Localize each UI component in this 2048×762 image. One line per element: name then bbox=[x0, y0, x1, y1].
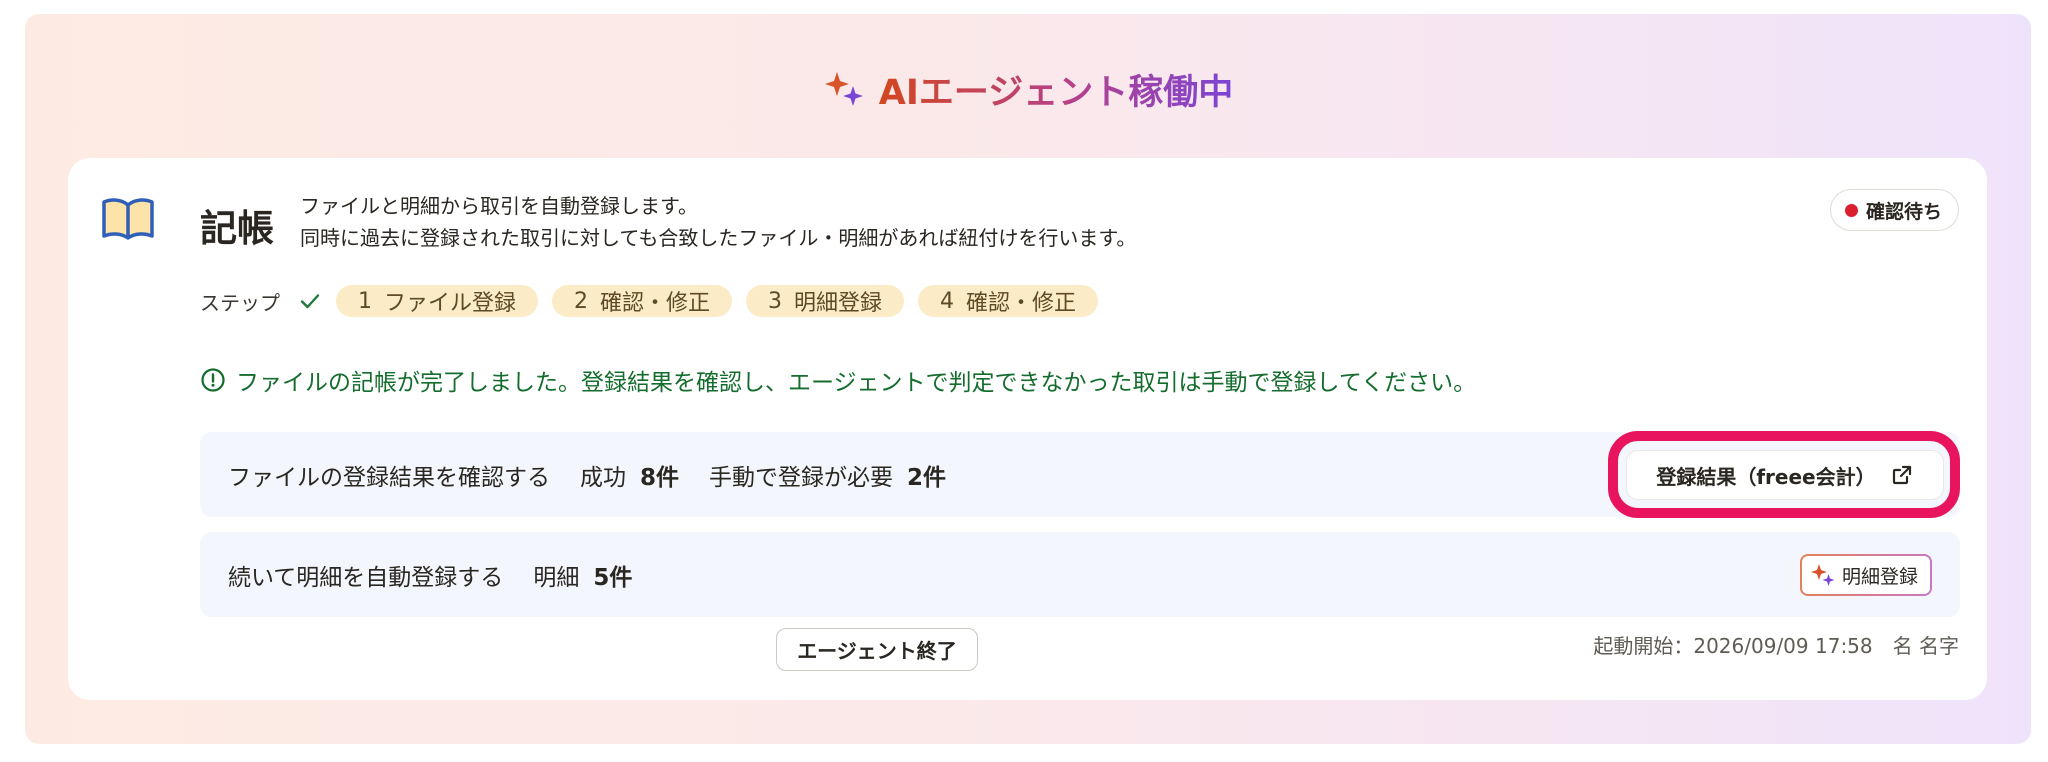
sparkle-icon bbox=[1810, 564, 1835, 586]
step-label: 確認・修正 bbox=[966, 291, 1077, 316]
end-agent-label: エージェント終了 bbox=[797, 639, 957, 663]
description-line: ファイルと明細から取引を自動登録します。 bbox=[300, 194, 698, 218]
step-pill-1: 1 ファイル登録 bbox=[336, 285, 539, 317]
statement-summary: 続いて明細を自動登録する 明細 5件 bbox=[228, 558, 632, 592]
agent-status-title: AIエージェント稼働中 bbox=[879, 64, 1233, 115]
step-number: 1 bbox=[358, 288, 372, 314]
registration-result-label: 登録結果（freee会計） bbox=[1656, 464, 1876, 489]
step-pill-2: 2 確認・修正 bbox=[552, 285, 733, 317]
file-result-row: ファイルの登録結果を確認する 成功 8件 手動で登録が必要 2件 登録結果（fr… bbox=[200, 431, 1960, 518]
bookkeeping-card: 記帳 ファイルと明細から取引を自動登録します。 同時に過去に登録された取引に対し… bbox=[68, 158, 1987, 700]
statement-register-label: 明細登録 bbox=[1841, 565, 1918, 588]
card-title: 記帳 bbox=[200, 207, 274, 250]
check-icon bbox=[300, 294, 320, 309]
file-result-text: ファイルの登録結果を確認する bbox=[228, 464, 550, 491]
file-result-summary: ファイルの登録結果を確認する 成功 8件 手動で登録が必要 2件 bbox=[228, 458, 946, 492]
registration-result-button[interactable]: 登録結果（freee会計） bbox=[1626, 450, 1944, 500]
status-badge: 確認待ち bbox=[1829, 189, 1959, 231]
card-description: ファイルと明細から取引を自動登録します。 同時に過去に登録された取引に対しても合… bbox=[300, 190, 1136, 254]
statement-row: 続いて明細を自動登録する 明細 5件 明細登録 bbox=[200, 532, 1960, 617]
step-label: ファイル登録 bbox=[384, 291, 517, 316]
status-badge-label: 確認待ち bbox=[1865, 200, 1942, 223]
step-pill-4: 4 確認・修正 bbox=[918, 285, 1099, 317]
info-circle-icon bbox=[201, 368, 225, 392]
step-number: 3 bbox=[768, 288, 783, 314]
statement-text: 続いて明細を自動登録する bbox=[228, 564, 504, 591]
success-count: 8件 bbox=[640, 464, 680, 491]
user-name: 名 名字 bbox=[1892, 634, 1959, 658]
end-agent-button[interactable]: エージェント終了 bbox=[776, 628, 978, 671]
agent-panel: AIエージェント稼働中 記帳 ファイルと明細から取引を自動登録します。 同時に過… bbox=[25, 14, 2031, 744]
step-number: 4 bbox=[940, 288, 955, 314]
agent-status-header: AIエージェント稼働中 bbox=[25, 64, 2031, 115]
completion-notice: ファイルの記帳が完了しました。登録結果を確認し、エージェントで判定できなかった取… bbox=[200, 363, 1476, 397]
external-link-icon bbox=[1892, 465, 1911, 485]
step-label: 確認・修正 bbox=[600, 291, 711, 316]
success-label: 成功 bbox=[580, 464, 626, 491]
steps-label: ステップ bbox=[200, 290, 280, 315]
detail-label: 明細 bbox=[533, 564, 580, 591]
step-pill-3: 3 明細登録 bbox=[746, 285, 905, 317]
step-indicator: ステップ 1 ファイル登録 2 確認・修正 3 明細登録 4 確認・修正 bbox=[200, 285, 1099, 317]
description-line: 同時に過去に登録された取引に対しても合致したファイル・明細があれば紐付けを行いま… bbox=[300, 226, 1137, 250]
agent-meta: 起動開始：2026/09/09 17:58 名 名字 bbox=[1593, 630, 1959, 659]
notice-text: ファイルの記帳が完了しました。登録結果を確認し、エージェントで判定できなかった取… bbox=[236, 370, 1477, 396]
book-open-icon bbox=[102, 198, 154, 240]
manual-label: 手動で登録が必要 bbox=[709, 464, 894, 491]
sparkle-icon bbox=[824, 71, 863, 106]
statement-register-button[interactable]: 明細登録 bbox=[1800, 554, 1932, 596]
status-dot-icon bbox=[1844, 203, 1858, 217]
start-time: 起動開始：2026/09/09 17:58 bbox=[1593, 634, 1873, 658]
step-number: 2 bbox=[574, 288, 589, 314]
detail-count: 5件 bbox=[593, 564, 633, 591]
manual-count: 2件 bbox=[907, 464, 947, 491]
step-label: 明細登録 bbox=[794, 291, 883, 316]
